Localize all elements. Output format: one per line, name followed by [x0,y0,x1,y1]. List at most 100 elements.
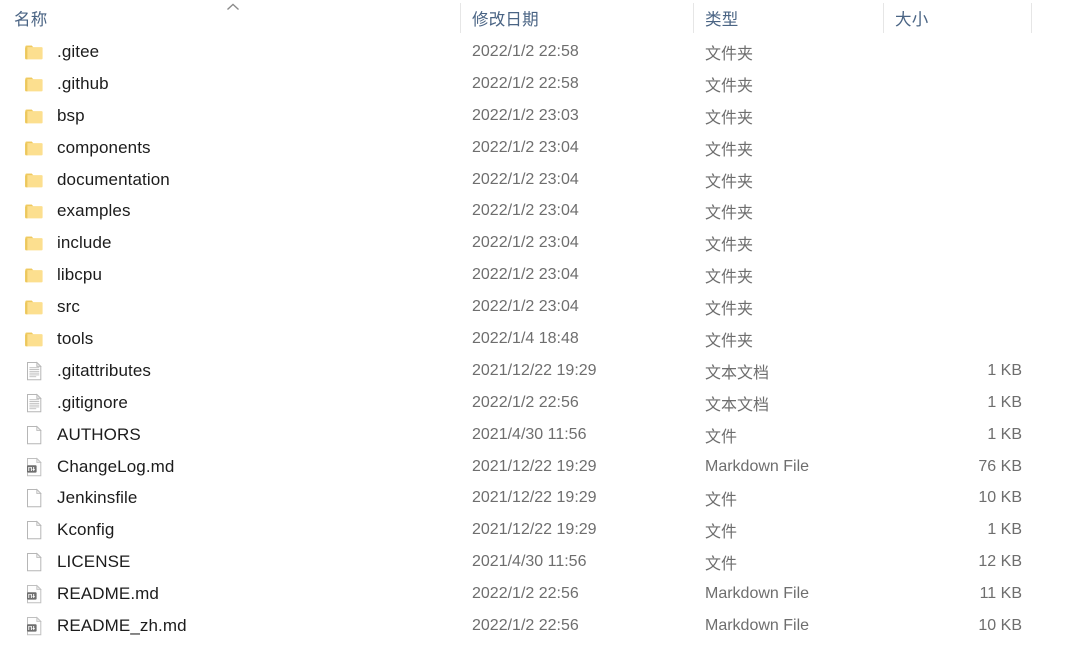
file-name-label: ChangeLog.md [57,456,175,476]
folder-icon [22,41,46,63]
cell-name[interactable]: bsp [0,105,460,127]
cell-date-modified: 2022/1/2 23:04 [472,266,579,284]
cell-name[interactable]: libcpu [0,264,460,286]
cell-name[interactable]: ChangeLog.md [0,456,460,478]
cell-date-modified: 2021/12/22 19:29 [472,361,597,379]
file-list-row[interactable]: Jenkinsfile 2021/12/22 19:29 文件 10 KB [0,482,1080,514]
file-list-row[interactable]: .github 2022/1/2 22:58 文件夹 [0,68,1080,100]
file-list-row[interactable]: tools 2022/1/4 18:48 文件夹 [0,323,1080,355]
cell-size: 1 KB [987,361,1022,379]
column-header-date-modified[interactable]: 修改日期 [460,0,693,36]
file-name-label: .gitattributes [57,360,152,380]
cell-date-modified: 2022/1/2 22:58 [472,42,579,60]
cell-size: 10 KB [978,489,1022,507]
chevron-up-icon [226,2,240,12]
file-list-row[interactable]: bsp 2022/1/2 23:03 文件夹 [0,100,1080,132]
blank-file-icon [22,519,46,541]
file-list-row[interactable]: README.md 2022/1/2 22:56 Markdown File 11 K… [0,578,1080,610]
file-list-row[interactable]: ChangeLog.md 2021/12/22 19:29 Markdown Fil… [0,451,1080,483]
folder-icon [22,296,46,318]
file-list-row[interactable]: .gitignore 2022/1/2 22:56 文本文档 1 KB [0,387,1080,419]
cell-type: 文本文档 [705,396,770,414]
cell-name[interactable]: AUTHORS [0,424,460,446]
column-separator[interactable] [1031,3,1032,33]
file-name-label: components [57,137,151,157]
cell-name[interactable]: documentation [0,169,460,191]
cell-type: Markdown File [705,457,810,475]
cell-type: 文件 [705,556,738,574]
cell-date-modified: 2022/1/2 22:56 [472,393,579,411]
cell-name[interactable]: components [0,137,460,159]
cell-date-modified: 2022/1/2 23:04 [472,170,579,188]
cell-type: Markdown File [705,585,810,603]
cell-name[interactable]: LICENSE [0,551,460,573]
cell-type: 文件夹 [705,237,754,255]
folder-icon [22,264,46,286]
column-separator[interactable] [883,3,884,33]
text-document-icon [22,360,46,382]
cell-name[interactable]: .gitee [0,41,460,63]
file-list-row[interactable]: documentation 2022/1/2 23:04 文件夹 [0,164,1080,196]
file-list-row[interactable]: examples 2022/1/2 23:04 文件夹 [0,195,1080,227]
file-list-row[interactable]: .gitee 2022/1/2 22:58 文件夹 [0,36,1080,68]
cell-size: 10 KB [978,616,1022,634]
cell-name[interactable]: .gitattributes [0,360,460,382]
cell-name[interactable]: README_zh.md [0,615,460,637]
file-list-row[interactable]: include 2022/1/2 23:04 文件夹 [0,227,1080,259]
cell-type: 文件 [705,524,738,542]
cell-type: 文件 [705,428,738,446]
column-header-type[interactable]: 类型 [693,0,883,36]
folder-icon [22,169,46,191]
file-list-row[interactable]: src 2022/1/2 23:04 文件夹 [0,291,1080,323]
column-header-size[interactable]: 大小 [883,0,1032,36]
column-separator[interactable] [460,3,461,33]
cell-type: 文件夹 [705,332,754,350]
folder-icon [22,232,46,254]
cell-name[interactable]: .github [0,73,460,95]
column-header-row: 名称 修改日期 类型 大小 [0,0,1080,36]
cell-name[interactable]: README.md [0,583,460,605]
file-name-label: documentation [57,169,170,189]
folder-icon [22,328,46,350]
file-list-row[interactable]: libcpu 2022/1/2 23:04 文件夹 [0,259,1080,291]
cell-date-modified: 2022/1/2 22:56 [472,585,579,603]
cell-date-modified: 2022/1/2 22:58 [472,74,579,92]
cell-name[interactable]: .gitignore [0,392,460,414]
cell-size: 1 KB [987,425,1022,443]
cell-type: 文件夹 [705,77,754,95]
cell-type: 文件夹 [705,173,754,191]
cell-name[interactable]: src [0,296,460,318]
cell-name[interactable]: include [0,232,460,254]
file-list-row[interactable]: README_zh.md 2022/1/2 22:56 Markdown File 1… [0,610,1080,642]
cell-date-modified: 2021/12/22 19:29 [472,457,597,475]
cell-type: 文件夹 [705,205,754,223]
cell-name[interactable]: Kconfig [0,519,460,541]
file-list-row[interactable]: components 2022/1/2 23:04 文件夹 [0,132,1080,164]
file-list-row[interactable]: .gitattributes 2021/12/22 19:29 文本文档 1 KB [0,355,1080,387]
cell-date-modified: 2022/1/2 23:03 [472,106,579,124]
file-name-label: README.md [57,584,159,604]
cell-type: Markdown File [705,616,810,634]
file-name-label: include [57,233,112,253]
markdown-file-icon [22,583,46,605]
cell-type: 文件夹 [705,45,754,63]
file-list-row[interactable]: LICENSE 2021/4/30 11:56 文件 12 KB [0,546,1080,578]
cell-date-modified: 2022/1/2 23:04 [472,138,579,156]
cell-date-modified: 2022/1/2 23:04 [472,234,579,252]
cell-size: 12 KB [978,553,1022,571]
text-document-icon [22,392,46,414]
cell-name[interactable]: Jenkinsfile [0,487,460,509]
blank-file-icon [22,424,46,446]
file-name-label: libcpu [57,265,103,285]
file-list-row[interactable]: AUTHORS 2021/4/30 11:56 文件 1 KB [0,419,1080,451]
cell-name[interactable]: tools [0,328,460,350]
file-name-label: Kconfig [57,520,115,540]
cell-date-modified: 2021/12/22 19:29 [472,489,597,507]
cell-name[interactable]: examples [0,200,460,222]
column-separator[interactable] [693,3,694,33]
file-list: .gitee 2022/1/2 22:58 文件夹 .github 2022/1/2 2… [0,36,1080,642]
cell-size: 1 KB [987,393,1022,411]
folder-icon [22,137,46,159]
file-list-row[interactable]: Kconfig 2021/12/22 19:29 文件 1 KB [0,514,1080,546]
column-header-name[interactable]: 名称 [0,0,460,36]
